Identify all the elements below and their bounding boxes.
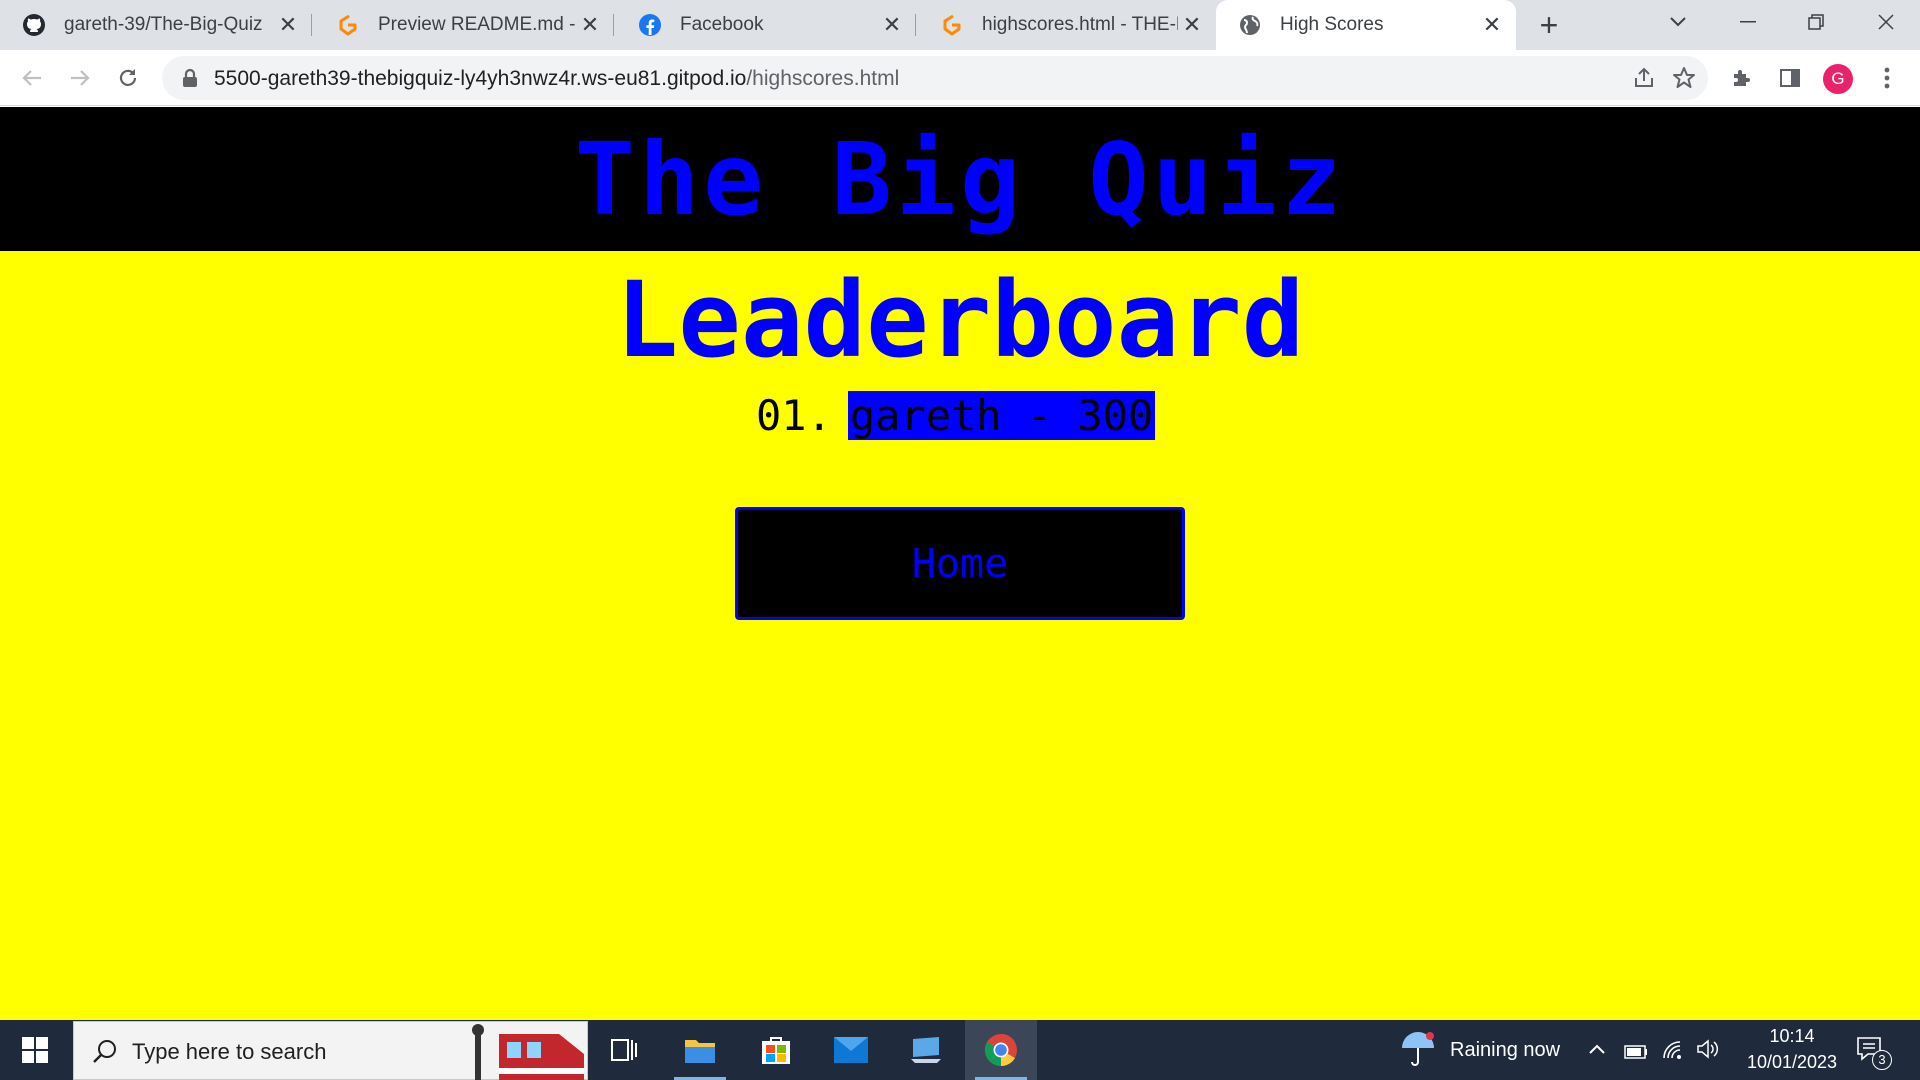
menu-kebab-icon[interactable]	[1867, 58, 1907, 98]
search-icon	[92, 1038, 118, 1064]
side-panel-icon[interactable]	[1770, 58, 1810, 98]
tab-separator	[613, 14, 614, 36]
close-icon[interactable]: ✕	[1478, 11, 1506, 39]
leaderboard-heading: Leaderboard	[615, 259, 1305, 381]
chevron-up-icon[interactable]	[1588, 1038, 1606, 1061]
bookmark-star-icon[interactable]	[1672, 66, 1696, 90]
battery-icon[interactable]	[1624, 1042, 1648, 1065]
wifi-icon[interactable]	[1662, 1040, 1684, 1066]
extensions-puzzle-icon[interactable]	[1722, 58, 1762, 98]
tab-title: gareth-39/The-Big-Quiz	[64, 14, 263, 35]
site-title: The Big Quiz	[574, 120, 1346, 238]
tab-separator	[915, 14, 916, 36]
browser-toolbar: 5500-gareth39-thebigquiz-ly4yh3nwz4r.ws-…	[0, 50, 1920, 106]
weather-umbrella-icon[interactable]	[1400, 1030, 1436, 1074]
close-icon[interactable]: ✕	[576, 11, 604, 39]
tab-title: Preview README.md - Th	[378, 14, 576, 35]
profile-avatar[interactable]: G	[1823, 64, 1853, 94]
address-bar[interactable]: 5500-gareth39-thebigquiz-ly4yh3nwz4r.ws-…	[162, 56, 1708, 100]
github-icon	[22, 13, 46, 37]
new-tab-button[interactable]: +	[1530, 6, 1568, 44]
facebook-icon	[638, 13, 662, 37]
reload-icon[interactable]	[108, 58, 148, 98]
url-path: /highscores.html	[746, 67, 900, 90]
score-rank: 01.	[756, 390, 832, 440]
forward-icon[interactable]	[60, 58, 100, 98]
browser-tab-strip: gareth-39/The-Big-Quiz ✕ Preview README.…	[0, 0, 1920, 50]
clock-date[interactable]: 10/01/2023	[1736, 1052, 1848, 1073]
tab-preview-readme[interactable]: Preview README.md - Th ✕	[314, 0, 614, 50]
lock-icon[interactable]	[180, 68, 200, 88]
gitpod-icon	[336, 13, 360, 37]
close-icon[interactable]: ✕	[1178, 11, 1206, 39]
windows-taskbar: Type here to search Raining now 10:14 10…	[0, 1020, 1920, 1080]
clock-time[interactable]: 10:14	[1760, 1026, 1824, 1047]
search-highlight-train-icon	[469, 1022, 589, 1080]
tab-title: High Scores	[1280, 14, 1384, 35]
close-icon[interactable]: ✕	[878, 11, 906, 39]
file-explorer-icon[interactable]	[664, 1020, 736, 1080]
gitpod-icon	[940, 13, 964, 37]
mail-icon[interactable]	[815, 1020, 887, 1080]
tab-title: highscores.html - THE-BIG	[982, 14, 1178, 35]
site-header: The Big Quiz	[0, 107, 1920, 251]
windows-start-icon[interactable]	[0, 1020, 70, 1080]
back-icon[interactable]	[12, 58, 52, 98]
tab-github[interactable]: gareth-39/The-Big-Quiz ✕	[0, 0, 312, 50]
restore-icon[interactable]	[1786, 0, 1846, 44]
remote-desktop-icon[interactable]	[890, 1020, 962, 1080]
url-text: 5500-gareth39-thebigquiz-ly4yh3nwz4r.ws-…	[214, 67, 899, 91]
page-content: The Big Quiz Leaderboard 01. gareth - 30…	[0, 107, 1920, 1020]
score-list-item: 01. gareth - 300	[756, 389, 1156, 441]
tab-high-scores[interactable]: High Scores ✕	[1216, 0, 1516, 50]
microsoft-store-icon[interactable]	[740, 1020, 812, 1080]
globe-icon	[1238, 13, 1262, 37]
task-view-icon[interactable]	[588, 1020, 660, 1080]
taskbar-search-input[interactable]: Type here to search	[73, 1021, 588, 1080]
weather-text[interactable]: Raining now	[1450, 1039, 1560, 1062]
home-button[interactable]: Home	[735, 507, 1185, 620]
close-icon[interactable]: ✕	[274, 11, 302, 39]
share-icon[interactable]	[1632, 66, 1656, 90]
volume-icon[interactable]	[1696, 1038, 1720, 1066]
tab-title: Facebook	[680, 14, 764, 35]
notification-count-badge: 3	[1872, 1050, 1892, 1070]
tab-highscores-editor[interactable]: highscores.html - THE-BIG ✕	[918, 0, 1216, 50]
close-window-icon[interactable]	[1856, 0, 1916, 44]
tab-separator	[311, 14, 312, 36]
chrome-icon[interactable]	[965, 1020, 1037, 1080]
score-entry: gareth - 300	[847, 390, 1156, 440]
url-host: 5500-gareth39-thebigquiz-ly4yh3nwz4r.ws-…	[214, 67, 747, 90]
search-placeholder: Type here to search	[132, 1039, 327, 1064]
tab-facebook[interactable]: Facebook ✕	[616, 0, 916, 50]
tab-search-icon[interactable]	[1648, 0, 1708, 44]
minimize-icon[interactable]	[1718, 0, 1778, 44]
